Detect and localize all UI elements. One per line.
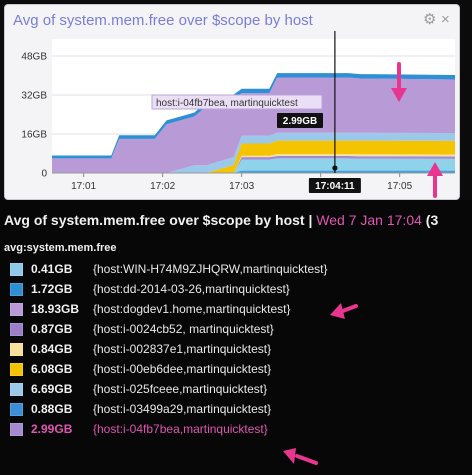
legend-panel: Avg of system.mem.free over $scope by ho… <box>0 200 472 475</box>
annotation-arrows-chart <box>391 62 443 198</box>
annotation-arrows-legend <box>283 303 358 465</box>
arrow-icon <box>283 448 318 465</box>
arrow-icon <box>427 162 443 198</box>
arrow-icon <box>391 62 407 102</box>
arrow-icon <box>330 303 358 319</box>
